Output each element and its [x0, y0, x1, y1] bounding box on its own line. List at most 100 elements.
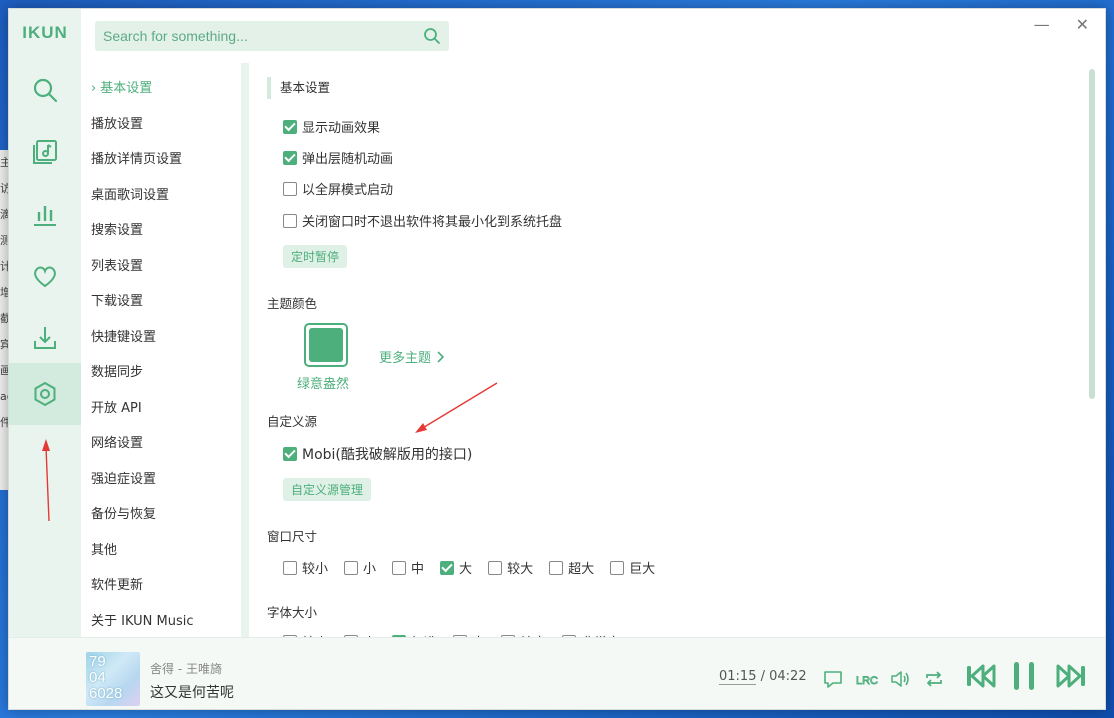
- basic-option[interactable]: 关闭窗口时不退出软件将其最小化到系统托盘: [283, 211, 562, 230]
- basic-option-checkbox[interactable]: [283, 213, 297, 228]
- settings-menu-item-label: 快捷键设置: [91, 330, 157, 345]
- search-icon[interactable]: [423, 27, 441, 45]
- settings-menu-item[interactable]: 其他: [91, 539, 117, 563]
- window-size-label: 超大: [568, 562, 595, 577]
- lyric-icon[interactable]: LRC: [855, 668, 879, 690]
- next-icon[interactable]: [1055, 662, 1087, 690]
- settings-menu-item[interactable]: 搜索设置: [91, 219, 143, 243]
- window-size-option[interactable]: 大: [440, 558, 472, 577]
- app-window: IKUN — ✕ ›基本设置播放设置播放详情页设置桌面歌词设置搜索设置列表设置下…: [8, 8, 1106, 710]
- window-size-option[interactable]: 超大: [549, 558, 594, 577]
- basic-option-checkbox[interactable]: [283, 181, 297, 196]
- repeat-icon[interactable]: [923, 668, 945, 690]
- search-bar[interactable]: [95, 21, 449, 51]
- window-controls: — ✕: [1034, 15, 1089, 34]
- settings-menu-item-label: 关于 IKUN Music: [91, 614, 194, 629]
- window-size-label: 小: [363, 562, 377, 577]
- settings-menu-item[interactable]: 播放详情页设置: [91, 148, 182, 172]
- nav-search-icon[interactable]: [9, 59, 81, 121]
- settings-menu-item[interactable]: 数据同步: [91, 361, 143, 385]
- window-size-checkbox[interactable]: [344, 560, 359, 575]
- timer-pause-button[interactable]: 定时暂停: [283, 245, 348, 268]
- app-logo: IKUN: [22, 23, 68, 42]
- settings-menu-item[interactable]: 网络设置: [91, 432, 143, 456]
- window-size-option[interactable]: 小: [344, 558, 376, 577]
- settings-menu-item-label: 软件更新: [91, 578, 144, 593]
- song-title[interactable]: 舍得 - 王唯旖: [150, 660, 222, 677]
- search-input[interactable]: [103, 28, 423, 44]
- settings-menu-item[interactable]: 下载设置: [91, 290, 143, 314]
- settings-icon: [34, 381, 56, 407]
- album-cover-text: 04: [89, 669, 106, 686]
- previous-icon[interactable]: [965, 662, 997, 690]
- settings-menu-item-label: 搜索设置: [91, 223, 144, 238]
- theme-swatch-current[interactable]: [304, 323, 348, 367]
- comment-icon[interactable]: [822, 668, 844, 690]
- window-size-checkbox[interactable]: [610, 560, 625, 575]
- settings-menu-item[interactable]: 播放设置: [91, 113, 143, 137]
- settings-menu-item[interactable]: 强迫症设置: [91, 468, 156, 492]
- settings-menu-item-label: 桌面歌词设置: [91, 188, 170, 203]
- window-size-label: 较小: [302, 562, 329, 577]
- settings-menu-item-label: 网络设置: [91, 436, 144, 451]
- nav-music-library-icon[interactable]: [9, 121, 81, 183]
- album-cover-text: 6028: [89, 685, 123, 702]
- current-time: 01:15: [719, 669, 757, 685]
- time-separator: /: [756, 669, 770, 684]
- window-size-checkbox[interactable]: [488, 560, 503, 575]
- player-bar: 79 04 6028 舍得 - 王唯旖 这又是何苦呢 01:15 / 04:22 L…: [9, 637, 1105, 709]
- settings-menu-item[interactable]: 列表设置: [91, 255, 143, 279]
- theme-current-name: 绿意盎然: [297, 377, 350, 392]
- minimize-button[interactable]: —: [1034, 15, 1050, 34]
- window-size-option[interactable]: 较大: [488, 558, 533, 577]
- custom-source-manage-button[interactable]: 自定义源管理: [283, 478, 372, 501]
- settings-menu-item[interactable]: 开放 API: [91, 397, 142, 421]
- basic-settings-title: 基本设置: [267, 77, 330, 99]
- window-size-checkbox[interactable]: [283, 560, 297, 575]
- window-size-checkbox[interactable]: [392, 560, 407, 575]
- close-button[interactable]: ✕: [1076, 15, 1089, 34]
- settings-menu-item-label: 其他: [91, 543, 118, 558]
- basic-option[interactable]: 弹出层随机动画: [283, 148, 393, 167]
- basic-option-label: 显示动画效果: [302, 121, 381, 136]
- window-size-label: 大: [459, 562, 473, 577]
- basic-option-label: 关闭窗口时不退出软件将其最小化到系统托盘: [302, 215, 563, 230]
- window-size-option[interactable]: 中: [392, 558, 424, 577]
- settings-menu-item[interactable]: 桌面歌词设置: [91, 184, 169, 208]
- chevron-right-icon: ›: [91, 81, 97, 96]
- window-size-title: 窗口尺寸: [267, 529, 318, 544]
- window-size-label: 较大: [507, 562, 534, 577]
- window-size-checkbox[interactable]: [549, 560, 564, 575]
- window-size-option[interactable]: 巨大: [610, 558, 655, 577]
- basic-option[interactable]: 显示动画效果: [283, 117, 380, 136]
- settings-menu-item[interactable]: › 基本设置: [91, 77, 152, 101]
- heart-icon: [34, 266, 56, 288]
- theme-color-title: 主题颜色: [267, 296, 318, 311]
- settings-menu-item[interactable]: 备份与恢复: [91, 503, 156, 527]
- settings-menu-item[interactable]: 关于 IKUN Music: [91, 610, 194, 634]
- settings-menu-item[interactable]: 快捷键设置: [91, 326, 156, 350]
- custom-source-checkbox[interactable]: [283, 447, 297, 461]
- window-size-option[interactable]: 较小: [283, 558, 328, 577]
- volume-icon[interactable]: [889, 668, 911, 690]
- nav-download-icon[interactable]: [9, 307, 81, 369]
- theme-swatch-fill: [309, 328, 343, 362]
- pause-icon[interactable]: [1011, 660, 1037, 692]
- svg-text:LRC: LRC: [856, 675, 878, 687]
- nav-chart-icon[interactable]: [9, 183, 81, 245]
- settings-menu-item[interactable]: 软件更新: [91, 574, 143, 598]
- settings-content: 基本设置 显示动画效果弹出层随机动画 以全屏模式启动关闭窗口时不退出软件将其最小化…: [249, 63, 1099, 637]
- chevron-right-icon: [437, 350, 445, 363]
- nav-heart-icon[interactable]: [9, 245, 81, 307]
- window-size-checkbox[interactable]: [440, 560, 455, 575]
- content-scrollbar[interactable]: [1089, 69, 1095, 399]
- basic-option[interactable]: 以全屏模式启动: [283, 179, 393, 198]
- basic-option-checkbox[interactable]: [283, 119, 297, 134]
- more-themes-link[interactable]: 更多主题: [379, 347, 445, 366]
- custom-source-option[interactable]: Mobi(酷我破解版用的接口): [283, 444, 472, 464]
- song-lyric: 这又是何苦呢: [150, 685, 234, 701]
- album-cover[interactable]: 79 04 6028: [86, 652, 140, 706]
- basic-option-checkbox[interactable]: [283, 150, 297, 165]
- nav-settings-icon[interactable]: [9, 363, 81, 425]
- custom-source-title: 自定义源: [267, 414, 318, 429]
